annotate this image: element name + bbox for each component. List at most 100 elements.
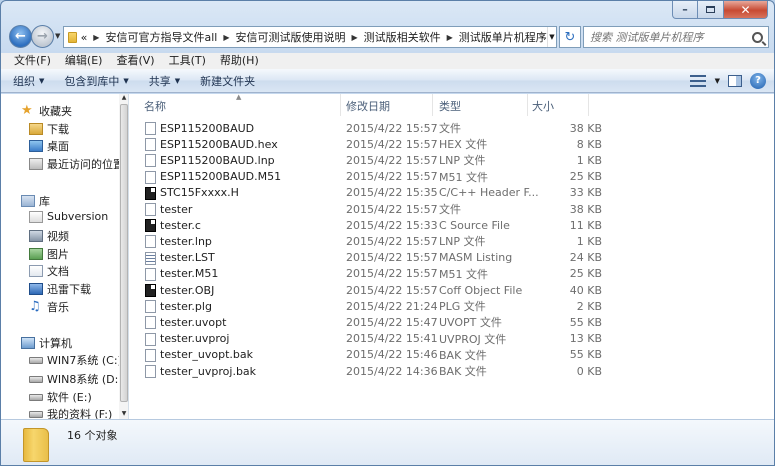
maximize-button[interactable] (698, 1, 724, 19)
nav-item-music[interactable]: ♫ 音乐 (29, 299, 69, 315)
file-row[interactable]: STC15Fxxxx.H 2015/4/22 15:35 C/C++ Header … (132, 185, 602, 201)
nav-item-drive-c[interactable]: WIN7系统 (C:) (29, 352, 122, 368)
file-row[interactable]: tester.OBJ 2015/4/22 15:57 Coff Object Fil… (132, 282, 602, 298)
file-row[interactable]: tester.lnp 2015/4/22 15:57 LNP 文件 1 KB (132, 233, 602, 249)
file-row[interactable]: tester.plg 2015/4/22 21:24 PLG 文件 2 KB (132, 298, 602, 314)
nav-item-desktop[interactable]: 桌面 (29, 138, 69, 154)
nav-favorites-label: 收藏夹 (39, 105, 72, 118)
breadcrumb-item[interactable]: 测试版相关软件 (364, 29, 441, 45)
search-input[interactable] (590, 30, 750, 44)
recent-pages-dropdown[interactable]: ▼ (55, 32, 60, 40)
file-row[interactable]: tester_uvopt.bak 2015/4/22 15:46 BAK 文件 55 … (132, 347, 602, 363)
folder-icon (23, 428, 49, 462)
help-icon[interactable]: ? (750, 72, 766, 89)
menu-file[interactable]: 文件(F) (7, 53, 58, 69)
file-row[interactable]: tester.c 2015/4/22 15:33 C Source File 11 K… (132, 217, 602, 233)
organize-button[interactable]: 组织 ▼ (13, 73, 44, 89)
file-date: 2015/4/22 15:57 (346, 153, 438, 167)
drive-icon (29, 356, 43, 364)
nav-item-subversion[interactable]: Subversion (29, 210, 108, 223)
share-button[interactable]: 共享 ▼ (149, 73, 180, 89)
caption-buttons: – ✕ (672, 1, 768, 19)
change-view-icon[interactable] (689, 74, 707, 88)
file-row[interactable]: tester_uvproj.bak 2015/4/22 14:36 BAK 文件 0 … (132, 363, 602, 379)
chevron-down-icon: ▼ (123, 76, 129, 85)
scroll-up-icon[interactable]: ▲ (119, 94, 128, 101)
nav-computer-label: 计算机 (39, 337, 72, 350)
nav-item-videos[interactable]: 视频 (29, 228, 69, 244)
address-dropdown-button[interactable]: ▼ (546, 27, 556, 47)
nav-item-recent[interactable]: 最近访问的位置 (29, 156, 124, 172)
forward-button[interactable]: → (31, 25, 54, 48)
file-size: 55 KB (569, 315, 602, 329)
menu-tools[interactable]: 工具(T) (162, 53, 213, 69)
nav-scrollbar[interactable]: ▲ ▼ (119, 94, 128, 419)
preview-pane-icon[interactable] (728, 74, 742, 87)
nav-libraries[interactable]: 库 (21, 193, 50, 209)
file-type: UVOPT 文件 (439, 316, 502, 330)
nav-item-drive-f[interactable]: 我的资料 (F:) (29, 406, 112, 419)
menu-help[interactable]: 帮助(H) (213, 53, 266, 69)
scrollbar-thumb[interactable] (120, 104, 128, 402)
column-divider[interactable] (588, 94, 589, 116)
search-icon[interactable] (752, 31, 763, 43)
file-icon (145, 170, 156, 184)
breadcrumb-item[interactable]: 测试版单片机程序 (459, 29, 547, 45)
menu-edit[interactable]: 编辑(E) (58, 53, 110, 69)
column-headers: 名称 ▲ 修改日期 类型 大小 (132, 93, 774, 116)
column-divider[interactable] (340, 94, 341, 116)
address-bar[interactable]: « ▶ 安信可官方指导文件all ▶ 安信可测试版使用说明 ▶ 测试版相关软件 … (63, 26, 557, 48)
back-button[interactable]: ← (9, 25, 32, 48)
nav-computer[interactable]: 计算机 (21, 335, 72, 351)
nav-item-label: 迅雷下载 (47, 283, 91, 296)
file-date: 2015/4/22 15:57 (346, 202, 438, 216)
nav-item-label: 我的资料 (F:) (47, 408, 113, 419)
breadcrumb-overflow[interactable]: « (81, 31, 88, 44)
nav-item-drive-e[interactable]: 软件 (E:) (29, 389, 92, 405)
refresh-button[interactable]: ↻ (559, 26, 581, 48)
file-size: 25 KB (569, 170, 602, 184)
close-button[interactable]: ✕ (724, 1, 768, 19)
minimize-button[interactable]: – (672, 1, 698, 19)
column-divider[interactable] (432, 94, 433, 116)
file-row[interactable]: ESP115200BAUD.hex 2015/4/22 15:57 HEX 文件 8 … (132, 136, 602, 152)
column-size[interactable]: 大小 (532, 98, 554, 114)
menu-view[interactable]: 查看(V) (109, 53, 161, 69)
nav-item-downloads[interactable]: 下载 (29, 121, 69, 137)
column-name[interactable]: 名称 (144, 98, 166, 114)
file-row[interactable]: tester 2015/4/22 15:57 文件 38 KB (132, 201, 602, 217)
file-name: tester.lnp (160, 234, 212, 248)
nav-item-documents[interactable]: 文档 (29, 263, 69, 279)
nav-item-drive-d[interactable]: WIN8系统 (D:) (29, 371, 123, 387)
search-box[interactable] (583, 26, 769, 48)
nav-favorites[interactable]: ★ 收藏夹 (21, 103, 72, 119)
column-type[interactable]: 类型 (439, 98, 461, 114)
nav-item-pictures[interactable]: 图片 (29, 246, 69, 262)
scroll-down-icon[interactable]: ▼ (119, 410, 128, 417)
breadcrumb-item[interactable]: 安信可官方指导文件all (105, 29, 217, 45)
file-row[interactable]: tester.M51 2015/4/22 15:57 M51 文件 25 KB (132, 266, 602, 282)
breadcrumb-item[interactable]: 安信可测试版使用说明 (235, 29, 345, 45)
menu-bar: 文件(F) 编辑(E) 查看(V) 工具(T) 帮助(H) (1, 53, 774, 69)
column-divider[interactable] (527, 94, 528, 116)
nav-libraries-label: 库 (39, 195, 50, 208)
maximize-icon (706, 6, 715, 13)
file-row[interactable]: ESP115200BAUD.M51 2015/4/22 15:57 M51 文件 25… (132, 169, 602, 185)
drive-icon (29, 393, 43, 401)
file-row[interactable]: tester.uvproj 2015/4/22 15:41 UVPROJ 文件 13 … (132, 331, 602, 347)
include-in-library-button[interactable]: 包含到库中 ▼ (64, 73, 128, 89)
file-row[interactable]: ESP115200BAUD.lnp 2015/4/22 15:57 LNP 文件 1 … (132, 152, 602, 168)
file-type: 文件 (439, 203, 461, 216)
new-folder-button[interactable]: 新建文件夹 (200, 73, 255, 89)
chevron-down-icon: ▼ (39, 76, 45, 85)
chevron-down-icon[interactable]: ▼ (715, 77, 720, 85)
nav-item-thunder[interactable]: 迅雷下载 (29, 281, 91, 297)
file-name: STC15Fxxxx.H (160, 186, 239, 200)
file-date: 2015/4/22 15:57 (346, 234, 438, 248)
file-type: PLG 文件 (439, 300, 486, 314)
breadcrumb-separator-icon: ▶ (351, 32, 358, 42)
column-date[interactable]: 修改日期 (346, 98, 390, 114)
file-row[interactable]: tester.uvopt 2015/4/22 15:47 UVOPT 文件 55 KB (132, 314, 602, 330)
file-row[interactable]: ESP115200BAUD 2015/4/22 15:57 文件 38 KB (132, 120, 602, 136)
file-row[interactable]: tester.LST 2015/4/22 15:57 MASM Listing 24 … (132, 250, 602, 266)
